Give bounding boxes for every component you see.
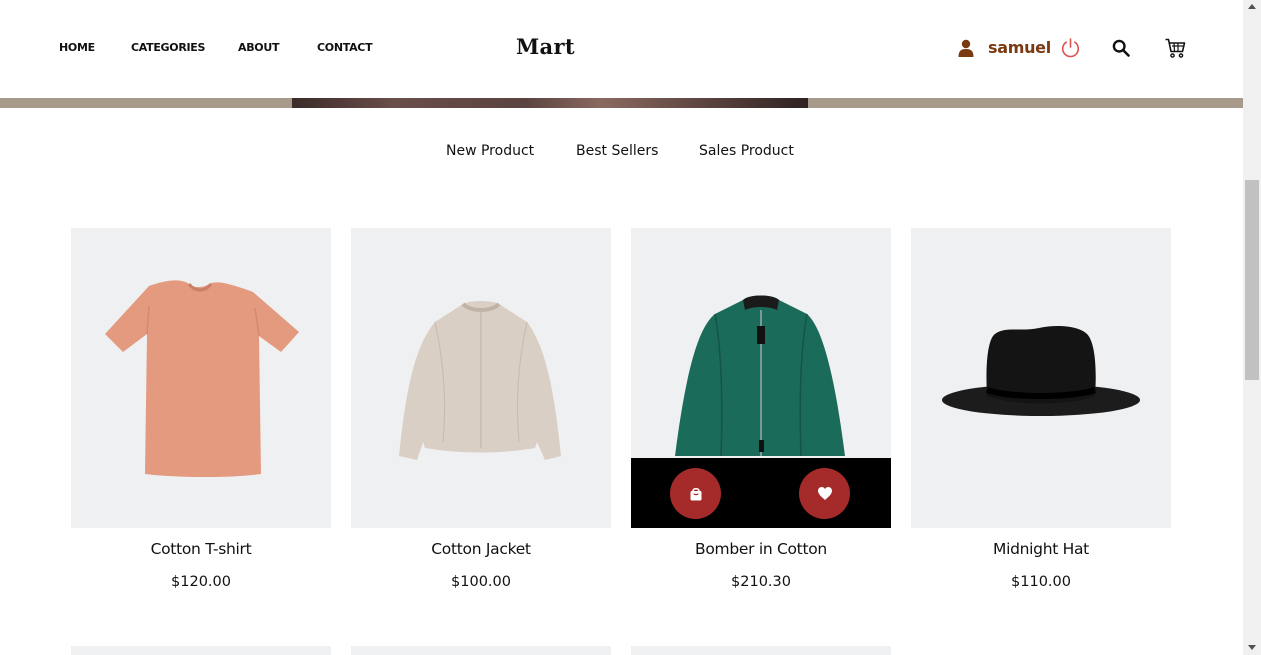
nav-about[interactable]: ABOUT <box>238 41 279 54</box>
product-card[interactable]: Midnight Hat $110.00 <box>911 228 1171 590</box>
product-price: $100.00 <box>451 574 511 590</box>
product-card[interactable]: Bomber in Cotton $210.30 <box>631 228 891 590</box>
product-card[interactable]: Cotton Jacket $100.00 <box>351 228 611 590</box>
product-price: $210.30 <box>731 574 791 590</box>
cart-icon[interactable] <box>1164 37 1186 59</box>
tshirt-image <box>105 280 299 477</box>
shopping-bag-icon <box>690 487 701 500</box>
jacket-image <box>399 301 561 460</box>
product-name[interactable]: Midnight Hat <box>911 540 1171 558</box>
product-image[interactable] <box>71 228 331 528</box>
scroll-up-arrow[interactable] <box>1248 4 1256 9</box>
hero-banner <box>0 98 1243 108</box>
nav-home[interactable]: HOME <box>59 41 95 54</box>
tab-best-sellers[interactable]: Best Sellers <box>576 143 658 159</box>
hero-image-edge <box>292 98 808 108</box>
heart-icon <box>817 487 832 500</box>
product-name[interactable]: Bomber in Cotton <box>631 540 891 558</box>
product-price: $110.00 <box>1011 574 1071 590</box>
scroll-down-arrow[interactable] <box>1248 645 1256 650</box>
scroll-thumb[interactable] <box>1245 180 1259 380</box>
hat-image <box>942 326 1140 416</box>
site-logo[interactable]: Mart <box>516 34 575 59</box>
page-scrollbar[interactable] <box>1243 0 1261 655</box>
site-header: HOME CATEGORIES ABOUT CONTACT Mart samue… <box>0 0 1243 98</box>
product-name[interactable]: Cotton Jacket <box>351 540 611 558</box>
product-card[interactable]: Cotton T-shirt $120.00 <box>71 228 331 590</box>
product-image[interactable] <box>631 228 891 528</box>
nav-categories[interactable]: CATEGORIES <box>131 41 205 54</box>
product-price: $120.00 <box>171 574 231 590</box>
tab-sales-product[interactable]: Sales Product <box>699 143 794 159</box>
power-icon[interactable] <box>1060 37 1081 58</box>
user-icon[interactable] <box>958 39 974 57</box>
add-to-cart-button[interactable] <box>670 468 721 519</box>
username-link[interactable]: samuel <box>988 38 1051 57</box>
nav-contact[interactable]: CONTACT <box>317 41 373 54</box>
product-image[interactable] <box>911 228 1171 528</box>
product-card-partial[interactable] <box>71 646 331 655</box>
product-image[interactable] <box>351 228 611 528</box>
tab-new-product[interactable]: New Product <box>446 143 534 159</box>
product-actions-overlay <box>631 458 891 528</box>
product-card-partial[interactable] <box>351 646 611 655</box>
search-icon[interactable] <box>1112 39 1130 57</box>
product-card-partial[interactable] <box>631 646 891 655</box>
product-name[interactable]: Cotton T-shirt <box>71 540 331 558</box>
add-to-wishlist-button[interactable] <box>799 468 850 519</box>
